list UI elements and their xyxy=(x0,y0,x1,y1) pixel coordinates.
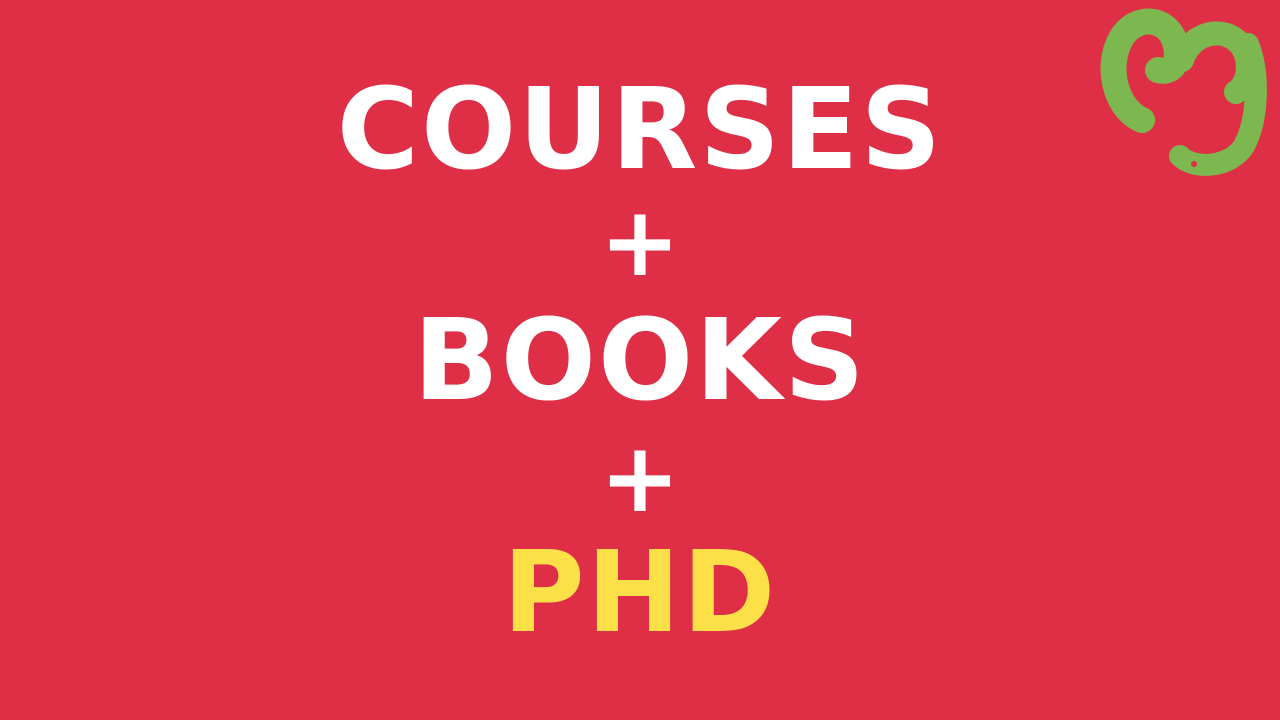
courses-heading: COURSES xyxy=(336,65,944,195)
phd-heading: PHD xyxy=(502,528,778,658)
m-swirl-logo-icon xyxy=(1100,8,1267,176)
books-heading: BOOKS xyxy=(413,296,867,426)
plus-sign-1: + xyxy=(599,186,681,298)
slide-text-stack: COURSES + BOOKS + PHD xyxy=(0,0,1280,720)
logo-dot xyxy=(1191,161,1197,167)
plus-sign-2: + xyxy=(599,422,681,534)
